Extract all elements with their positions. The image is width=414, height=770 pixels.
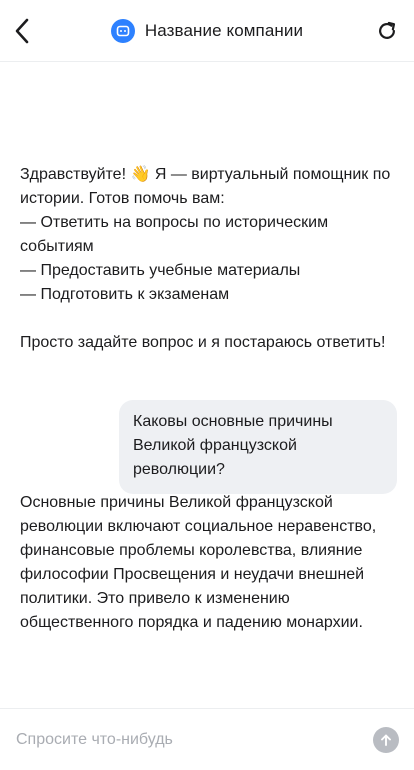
header-title-group: Название компании — [0, 19, 414, 43]
message-list: Здравствуйте! 👋 Я — виртуальный помощник… — [0, 62, 414, 708]
header: Название компании — [0, 0, 414, 62]
bot-face-icon — [110, 19, 135, 43]
composer — [0, 708, 414, 770]
refresh-icon — [379, 21, 396, 39]
message-input[interactable] — [16, 724, 356, 756]
arrow-up-icon — [381, 734, 391, 746]
page-title: Название компании — [144, 21, 304, 40]
refresh-button[interactable] — [374, 18, 400, 44]
user-message: Каковы основные причины Великой французс… — [119, 400, 397, 494]
assistant-message: Здравствуйте! 👋 Я — виртуальный помощник… — [20, 166, 391, 351]
chat-screen: Название компании Здравствуйте! 👋 Я — ви… — [0, 0, 414, 770]
assistant-message: Основные причины Великой французской рев… — [20, 494, 381, 631]
send-button[interactable] — [373, 727, 399, 753]
